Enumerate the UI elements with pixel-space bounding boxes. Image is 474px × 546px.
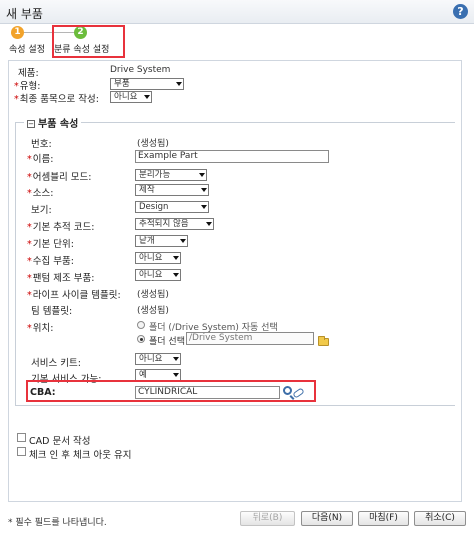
type-label: *유형: [14,81,41,92]
chevron-down-icon [180,239,186,243]
view-select[interactable]: Design [135,201,209,213]
team-template-value: (생성됨) [137,306,169,316]
chevron-down-icon [173,273,179,277]
cancel-button[interactable]: 취소(C) [414,511,466,526]
chevron-down-icon [173,357,179,361]
window-title: 새 부품 [6,7,43,21]
service-kit-select[interactable]: 아니요 [135,353,181,365]
location-label: *위치: [27,323,54,334]
service-kit-label: 서비스 키트: [31,358,81,369]
view-label: 보기: [31,205,52,216]
product-value: Drive System [110,65,171,75]
assembly-mode-select[interactable]: 분리가능 [135,169,207,181]
number-value: (생성됨) [137,139,169,149]
name-label: *이름: [27,154,54,165]
create-cad-label[interactable]: CAD 문서 작성 [29,433,90,447]
trace-code-label: *기본 추적 코드: [27,222,95,233]
title-bar: 새 부품 ? [0,0,474,24]
type-select[interactable]: 부품 [110,78,184,90]
location-path-input[interactable]: /Drive System [186,332,314,345]
step-2-highlight [52,25,125,58]
chevron-down-icon [144,95,150,99]
lifecycle-template-value: (생성됨) [137,290,169,300]
collapse-icon[interactable]: − [27,120,35,128]
team-template-label: 팀 템플릿: [31,306,73,317]
step-1-label[interactable]: 속성 설정 [9,42,45,55]
chevron-down-icon [173,373,179,377]
trace-code-select[interactable]: 추적되지 않음 [135,218,214,230]
chevron-down-icon [176,82,182,86]
section-title[interactable]: − 부품 속성 [24,115,82,130]
source-select[interactable]: 제작 [135,184,209,196]
chevron-down-icon [201,205,207,209]
lifecycle-template-label: *라이프 사이클 템플릿: [27,290,121,301]
end-item-select[interactable]: 아니요 [110,91,152,103]
keep-checked-out-label[interactable]: 체크 인 후 체크 아웃 유지 [29,447,132,461]
default-unit-select[interactable]: 낱개 [135,235,188,247]
help-icon[interactable]: ? [453,4,468,19]
next-button[interactable]: 다음(N) [301,511,353,526]
source-label: *소스: [27,188,54,199]
finish-button[interactable]: 마침(F) [358,511,409,526]
collect-part-label: *수집 부품: [27,256,74,267]
default-unit-label: *기본 단위: [27,239,74,250]
create-cad-checkbox[interactable] [17,433,26,442]
location-auto-radio[interactable] [137,321,145,329]
keep-checked-out-checkbox[interactable] [17,447,26,456]
collect-part-select[interactable]: 아니요 [135,252,181,264]
number-label: 번호: [31,139,52,150]
end-item-label: *최종 품목으로 작성: [14,94,99,105]
location-select-label[interactable]: 폴더 선택 [149,334,185,347]
chevron-down-icon [173,256,179,260]
phantom-select[interactable]: 아니요 [135,269,181,281]
location-select-radio[interactable] [137,335,145,343]
required-fields-note: * 필수 필드를 나타냅니다. [8,518,107,528]
phantom-label: *팬텀 제조 부품: [27,273,95,284]
name-input[interactable]: Example Part [135,150,329,163]
cba-highlight [26,380,316,402]
chevron-down-icon [199,173,205,177]
folder-icon[interactable] [318,336,329,346]
chevron-down-icon [201,188,207,192]
product-label: 제품: [18,68,39,79]
assembly-mode-label: *어셈블리 모드: [27,172,92,183]
part-attributes-section [15,122,455,406]
step-1-icon[interactable]: 1 [11,26,24,39]
chevron-down-icon [206,222,212,226]
back-button[interactable]: 뒤로(B) [240,511,295,526]
